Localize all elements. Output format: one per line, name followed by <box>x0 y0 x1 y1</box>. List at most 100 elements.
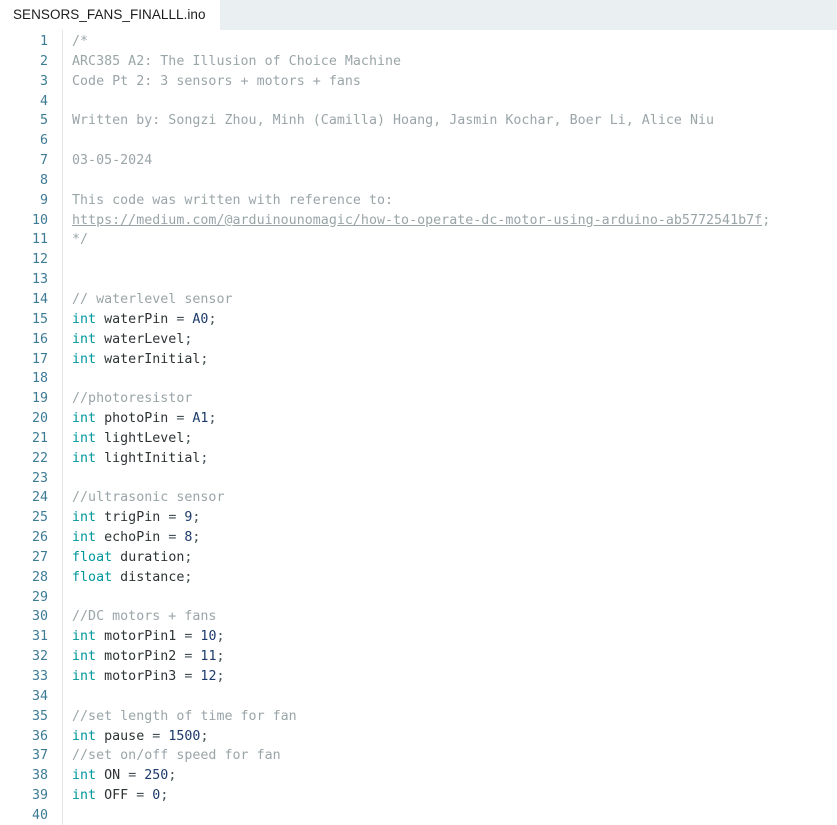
line-number: 4 <box>39 93 48 109</box>
code-line[interactable]: 24 //ultrasonic sensor <box>0 488 837 508</box>
line-number: 7 <box>39 153 48 169</box>
line-content[interactable]: https://medium.com/@arduinounomagic/how-… <box>48 211 770 231</box>
code-line[interactable]: 13 <box>0 270 837 290</box>
line-content[interactable]: //set on/off speed for fan <box>48 746 281 766</box>
code-line[interactable]: 19 //photoresistor <box>0 389 837 409</box>
line-content[interactable]: int OFF = 0; <box>48 786 168 806</box>
code-line[interactable]: 7 03-05-2024 <box>0 151 837 171</box>
code-token: echoPin <box>96 530 169 546</box>
code-line[interactable]: 10 https://medium.com/@arduinounomagic/ho… <box>0 211 837 231</box>
code-token: = <box>176 311 193 327</box>
code-line[interactable]: 37 //set on/off speed for fan <box>0 746 837 766</box>
code-line[interactable]: 26 int echoPin = 8; <box>0 528 837 548</box>
line-content[interactable] <box>48 687 80 707</box>
code-line[interactable]: 25 int trigPin = 9; <box>0 508 837 528</box>
code-line[interactable]: 14 // waterlevel sensor <box>0 290 837 310</box>
line-content[interactable]: */ <box>48 230 88 250</box>
code-line[interactable]: 18 <box>0 369 837 389</box>
line-content[interactable]: //set length of time for fan <box>48 707 297 727</box>
line-content[interactable]: //DC motors + fans <box>48 607 216 627</box>
code-line[interactable]: 2 ARC385 A2: The Illusion of Choice Machi… <box>0 52 837 72</box>
line-content[interactable]: Code Pt 2: 3 sensors + motors + fans <box>48 72 361 92</box>
line-content[interactable]: float duration; <box>48 548 192 568</box>
tab-sketch-file[interactable]: SENSORS_FANS_FINALLL.ino <box>0 0 220 30</box>
code-token: = <box>184 669 201 684</box>
line-number: 32 <box>31 649 48 665</box>
line-content[interactable]: /* <box>48 32 88 52</box>
line-content[interactable]: ARC385 A2: The Illusion of Choice Machin… <box>48 52 401 72</box>
code-line[interactable]: 30 //DC motors + fans <box>0 607 837 627</box>
line-number: 38 <box>31 768 48 784</box>
line-content[interactable] <box>48 171 80 191</box>
line-content[interactable]: int ON = 250; <box>48 766 176 786</box>
line-content[interactable] <box>48 270 80 290</box>
line-content[interactable] <box>48 92 80 112</box>
code-line[interactable]: 8 <box>0 171 837 191</box>
code-line[interactable]: 36 int pause = 1500; <box>0 727 837 747</box>
line-content[interactable] <box>48 806 80 825</box>
code-line[interactable]: 23 <box>0 469 837 489</box>
line-content[interactable]: int waterPin = A0; <box>48 310 217 330</box>
code-line[interactable]: 21 int lightLevel; <box>0 429 837 449</box>
line-content[interactable]: int motorPin3 = 12; <box>48 667 225 687</box>
code-line[interactable]: 12 <box>0 250 837 270</box>
editor-tab-bar: SENSORS_FANS_FINALLL.ino <box>0 0 837 30</box>
line-content[interactable]: int waterLevel; <box>48 330 192 350</box>
code-line[interactable]: 15 int waterPin = A0; <box>0 310 837 330</box>
line-content[interactable]: float distance; <box>48 568 192 588</box>
code-line[interactable]: 27 float duration; <box>0 548 837 568</box>
line-content[interactable] <box>48 250 80 270</box>
code-line[interactable]: 16 int waterLevel; <box>0 330 837 350</box>
code-line[interactable]: 28 float distance; <box>0 568 837 588</box>
line-content[interactable] <box>48 369 80 389</box>
code-line[interactable]: 3 Code Pt 2: 3 sensors + motors + fans <box>0 72 837 92</box>
line-content[interactable]: Written by: Songzi Zhou, Minh (Camilla) … <box>48 111 714 131</box>
code-line[interactable]: 22 int lightInitial; <box>0 449 837 469</box>
code-token: int <box>72 311 97 327</box>
code-editor[interactable]: 1 /* 2 ARC385 A2: The Illusion of Choice Ma… <box>0 30 837 825</box>
code-token: 10 <box>200 629 217 645</box>
line-content[interactable]: int waterInitial; <box>48 350 208 370</box>
code-line[interactable]: 20 int photoPin = A1; <box>0 409 837 429</box>
line-content[interactable]: int lightInitial; <box>48 449 208 469</box>
code-url-link[interactable]: https://medium.com/@arduinounomagic/how-… <box>72 213 762 228</box>
code-line[interactable]: 11 */ <box>0 230 837 250</box>
code-line[interactable]: 39 int OFF = 0; <box>0 786 837 806</box>
code-line[interactable]: 29 <box>0 588 837 608</box>
line-content[interactable] <box>48 588 80 608</box>
code-line[interactable]: 40 <box>0 806 837 825</box>
code-line[interactable]: 4 <box>0 92 837 112</box>
code-line[interactable]: 31 int motorPin1 = 10; <box>0 627 837 647</box>
code-token: int <box>72 788 97 804</box>
code-line[interactable]: 1 /* <box>0 32 837 52</box>
line-content[interactable]: //photoresistor <box>48 389 192 409</box>
code-token: ; <box>168 768 177 784</box>
line-number: 3 <box>39 73 48 89</box>
code-token: Written by: Songzi Zhou, Minh (Camilla) … <box>72 113 715 129</box>
code-token: waterLevel <box>96 331 185 347</box>
code-line[interactable]: 5 Written by: Songzi Zhou, Minh (Camilla)… <box>0 111 837 131</box>
line-content[interactable]: int motorPin1 = 10; <box>48 627 225 647</box>
code-line[interactable]: 38 int ON = 250; <box>0 766 837 786</box>
code-line[interactable]: 17 int waterInitial; <box>0 350 837 370</box>
code-line[interactable]: 33 int motorPin3 = 12; <box>0 667 837 687</box>
line-content[interactable]: int motorPin2 = 11; <box>48 647 225 667</box>
code-line[interactable]: 9 This code was written with reference to… <box>0 191 837 211</box>
line-number: 37 <box>31 748 48 764</box>
code-line[interactable]: 6 <box>0 131 837 151</box>
line-content[interactable]: //ultrasonic sensor <box>48 488 224 508</box>
line-content[interactable]: int photoPin = A1; <box>48 409 217 429</box>
line-content[interactable]: 03-05-2024 <box>48 151 152 171</box>
line-content[interactable]: int lightLevel; <box>48 429 192 449</box>
code-lines-container[interactable]: 1 /* 2 ARC385 A2: The Illusion of Choice Ma… <box>0 30 837 825</box>
line-content[interactable]: int pause = 1500; <box>48 727 208 747</box>
line-content[interactable] <box>48 469 80 489</box>
code-line[interactable]: 34 <box>0 687 837 707</box>
line-content[interactable]: // waterlevel sensor <box>48 290 233 310</box>
line-content[interactable]: This code was written with reference to: <box>48 191 393 211</box>
line-content[interactable] <box>48 131 80 151</box>
code-line[interactable]: 32 int motorPin2 = 11; <box>0 647 837 667</box>
line-content[interactable]: int echoPin = 8; <box>48 528 200 548</box>
line-content[interactable]: int trigPin = 9; <box>48 508 200 528</box>
code-line[interactable]: 35 //set length of time for fan <box>0 707 837 727</box>
